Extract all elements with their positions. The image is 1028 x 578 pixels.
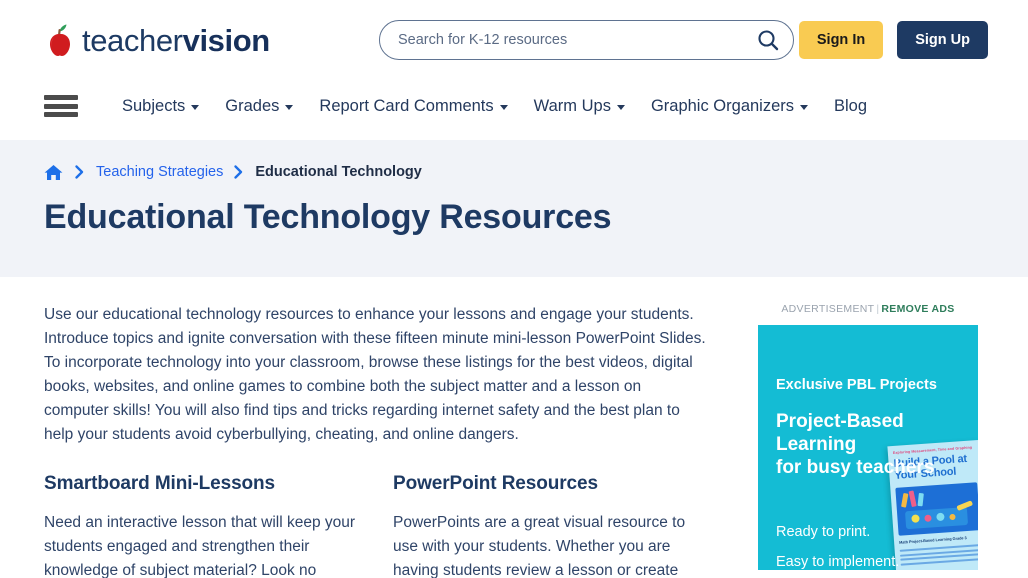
- advertisement-banner[interactable]: Exclusive PBL Projects Project-Based Lea…: [758, 325, 978, 570]
- advertisement-text: ADVERTISEMENT: [781, 303, 875, 315]
- breadcrumb-current: Educational Technology: [255, 164, 422, 180]
- chevron-down-icon: [191, 104, 200, 110]
- intro-paragraph: Use our educational technology resources…: [44, 306, 706, 443]
- article-content: Use our educational technology resources…: [44, 303, 706, 578]
- chevron-down-icon: [616, 104, 625, 110]
- ad-label-separator: |: [876, 303, 880, 315]
- logo-text-teacher: teacher: [82, 22, 183, 58]
- nav-item-blog[interactable]: Blog: [834, 97, 867, 116]
- remove-ads-link[interactable]: REMOVE ADS: [881, 303, 954, 315]
- chevron-down-icon: [285, 104, 294, 110]
- hamburger-icon[interactable]: [44, 93, 78, 119]
- nav-item-report-card-comments[interactable]: Report Card Comments: [319, 96, 508, 116]
- advertisement-label: ADVERTISEMENT | REMOVE ADS: [758, 303, 978, 315]
- search-icon: [758, 30, 779, 51]
- nav-item-label: Warm Ups: [533, 96, 611, 115]
- ad-subtext-line1: Ready to print.: [776, 524, 871, 540]
- site-header: teachervision Sign In Sign Up Subjects: [0, 0, 1028, 140]
- breadcrumb: Teaching Strategies Educational Technolo…: [44, 162, 984, 182]
- sign-in-button[interactable]: Sign In: [798, 21, 884, 59]
- main-content: Use our educational technology resources…: [0, 277, 1028, 578]
- header-top-bar: teachervision Sign In Sign Up: [0, 0, 1028, 80]
- ad-headline-line3: for busy teachers: [776, 457, 935, 478]
- nav-item-label: Report Card Comments: [319, 96, 494, 115]
- search-button[interactable]: [756, 28, 780, 52]
- breadcrumb-link-teaching-strategies[interactable]: Teaching Strategies: [96, 164, 223, 180]
- nav-item-label: Subjects: [122, 96, 186, 115]
- ad-headline-line2: Learning: [776, 434, 857, 455]
- page-title: Educational Technology Resources: [44, 198, 612, 236]
- ad-booklet-lines: [899, 544, 978, 566]
- nav-item-graphic-organizers[interactable]: Graphic Organizers: [650, 96, 809, 116]
- chevron-right-icon: [233, 165, 245, 179]
- column-heading: Smartboard Mini-Lessons: [44, 473, 276, 494]
- ad-subtext: Ready to print. Easy to implement.: [776, 517, 899, 570]
- nav-item-grades[interactable]: Grades: [225, 96, 294, 116]
- nav-item-warm-ups[interactable]: Warm Ups: [534, 97, 625, 116]
- logo-text: teachervision: [82, 25, 270, 56]
- page-header-band: Teaching Strategies Educational Technolo…: [0, 140, 1028, 277]
- ad-booklet-illustration: [895, 482, 978, 536]
- ad-headline-line1: Project-Based: [776, 411, 904, 432]
- search-input[interactable]: [379, 20, 794, 60]
- nav-item-label: Grades: [225, 96, 280, 115]
- nav-item-label: Blog: [834, 96, 868, 115]
- column-heading: PowerPoint Resources: [393, 473, 598, 494]
- home-icon[interactable]: [44, 162, 64, 182]
- ad-subtext-line2: Easy to implement.: [776, 554, 900, 570]
- chevron-down-icon: [499, 104, 508, 110]
- ad-headline: Project-Based Learning for busy teachers: [776, 410, 934, 479]
- ad-eyebrow: Exclusive PBL Projects: [776, 377, 937, 393]
- hamburger-bar: [44, 103, 78, 109]
- column-body: PowerPoints are a great visual resource …: [393, 514, 686, 578]
- column-powerpoint-resources: PowerPoint Resources PowerPoints are a g…: [393, 473, 706, 578]
- column-body: Need an interactive lesson that will kee…: [44, 514, 356, 578]
- site-logo[interactable]: teachervision: [44, 23, 334, 57]
- chevron-right-icon: [74, 165, 86, 179]
- search-container: [379, 20, 794, 60]
- chevron-down-icon: [800, 104, 809, 110]
- resource-columns: Smartboard Mini-Lessons Need an interact…: [44, 473, 706, 578]
- logo-text-vision: vision: [182, 22, 271, 58]
- main-navigation: Subjects Grades Report Card Comments War…: [0, 80, 1028, 132]
- sign-up-button[interactable]: Sign Up: [897, 21, 988, 59]
- ad-rail: ADVERTISEMENT | REMOVE ADS Exclusive PBL P…: [758, 303, 978, 578]
- column-smartboard-mini-lessons: Smartboard Mini-Lessons Need an interact…: [44, 473, 357, 578]
- hamburger-bar: [44, 112, 78, 117]
- auth-buttons: Sign In Sign Up: [798, 21, 988, 59]
- nav-item-subjects[interactable]: Subjects: [122, 96, 200, 116]
- apple-icon: [44, 23, 74, 57]
- hamburger-bar: [44, 95, 78, 100]
- nav-item-label: Graphic Organizers: [650, 96, 795, 115]
